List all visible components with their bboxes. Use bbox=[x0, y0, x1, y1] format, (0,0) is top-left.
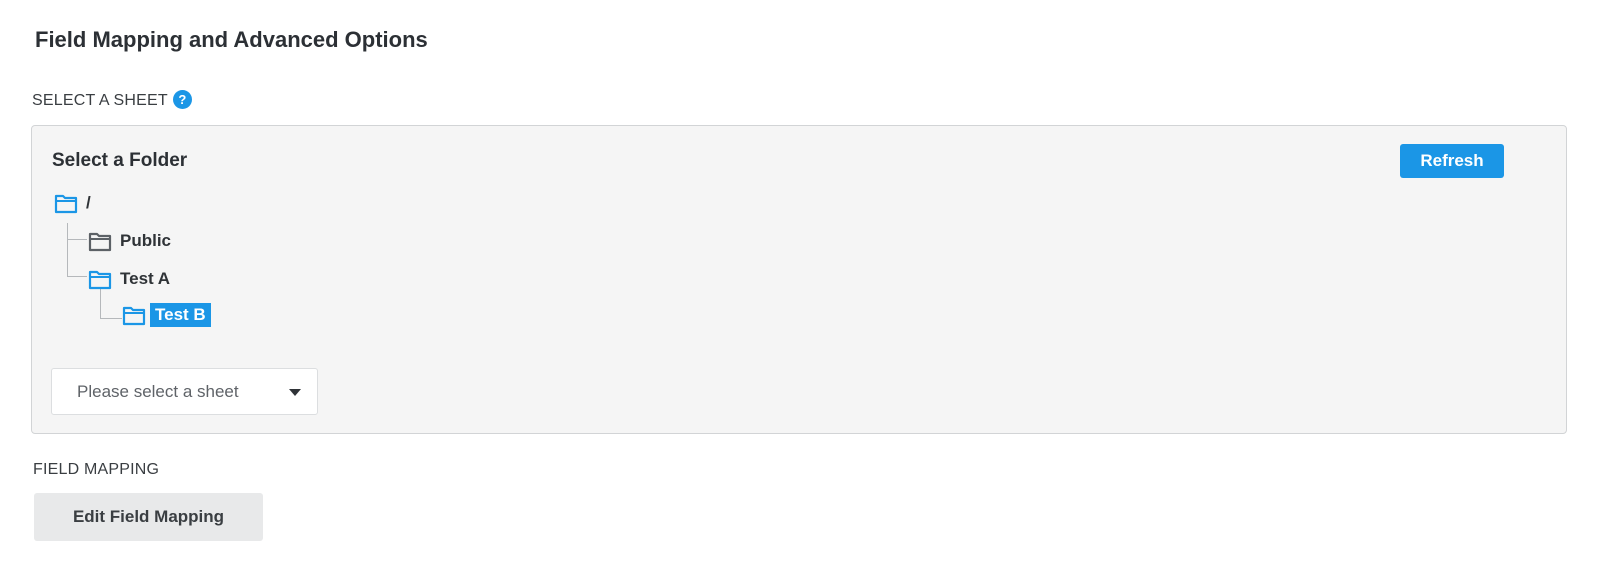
tree-item-test-b[interactable]: Test B bbox=[122, 303, 211, 327]
folder-panel: Select a Folder Refresh / Public Test A bbox=[31, 125, 1567, 434]
field-mapping-label: FIELD MAPPING bbox=[33, 461, 160, 478]
refresh-button[interactable]: Refresh bbox=[1400, 144, 1504, 178]
folder-open-icon bbox=[88, 270, 112, 290]
tree-item-label: Public bbox=[120, 231, 172, 250]
select-sheet-label: SELECT A SHEET ? bbox=[32, 90, 192, 110]
tree-connector bbox=[67, 223, 87, 240]
tree-item-public[interactable]: Public bbox=[88, 229, 176, 253]
tree-item-label-selected: Test B bbox=[150, 303, 211, 327]
help-icon[interactable]: ? bbox=[172, 90, 192, 109]
tree-connector bbox=[100, 289, 122, 319]
tree-connector bbox=[67, 239, 87, 277]
tree-item-root[interactable]: / bbox=[54, 191, 96, 215]
tree-item-test-a[interactable]: Test A bbox=[88, 267, 175, 291]
page-title: Field Mapping and Advanced Options bbox=[35, 27, 428, 52]
edit-field-mapping-button[interactable]: Edit Field Mapping bbox=[34, 493, 263, 541]
folder-title: Select a Folder bbox=[52, 150, 188, 171]
folder-open-icon bbox=[54, 194, 78, 214]
tree-item-label: / bbox=[86, 193, 91, 212]
sheet-select-placeholder: Please select a sheet bbox=[77, 381, 239, 401]
caret-down-icon bbox=[289, 389, 301, 396]
select-sheet-label-text: SELECT A SHEET bbox=[32, 92, 168, 109]
tree-item-label: Test A bbox=[120, 269, 171, 288]
sheet-select-dropdown[interactable]: Please select a sheet bbox=[51, 368, 318, 415]
folder-icon bbox=[122, 306, 146, 326]
folder-icon bbox=[88, 232, 112, 252]
